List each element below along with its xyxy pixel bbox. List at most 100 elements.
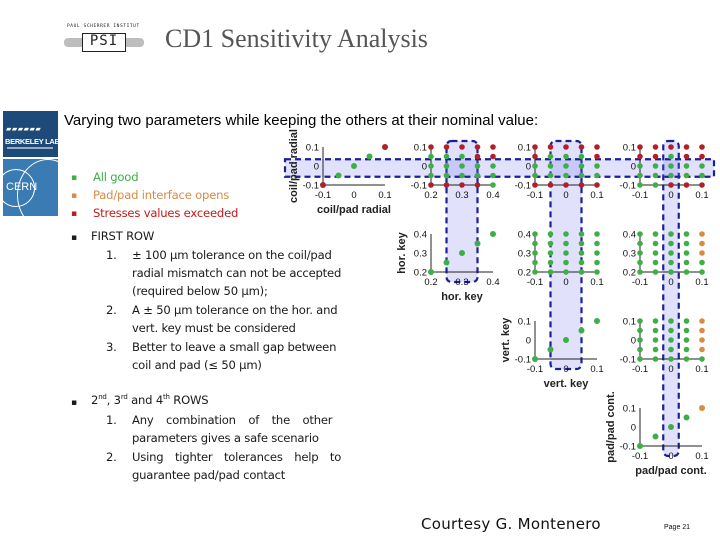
data-point-stress: [459, 144, 465, 150]
data-point-good: [652, 172, 659, 179]
data-point-good: [668, 318, 674, 324]
data-point-good: [578, 231, 585, 237]
data-point-good: [699, 163, 705, 169]
x-tick-label: 0: [351, 190, 356, 201]
data-point-good: [699, 172, 705, 179]
data-point-good: [637, 346, 643, 353]
data-point-stress: [443, 182, 450, 188]
x-tick-label: 0.2: [424, 277, 437, 288]
y-tick-label: 0.3: [623, 249, 636, 260]
data-point-stress: [668, 144, 674, 150]
data-point-good: [637, 172, 643, 179]
data-point-good: [637, 269, 643, 275]
data-point-good: [563, 269, 569, 275]
x-tick-label: -0.1: [632, 364, 648, 375]
data-point-good: [652, 269, 659, 275]
data-point-good: [668, 153, 674, 160]
y-tick-label: -0.1: [303, 181, 319, 192]
data-point-good: [683, 163, 690, 169]
data-point-stress: [578, 144, 585, 150]
data-point-open: [699, 240, 705, 247]
data-point-good: [652, 318, 659, 324]
y-tick-label: 0.3: [414, 249, 427, 260]
data-point-open: [699, 346, 705, 353]
data-point-good: [668, 240, 674, 247]
sensitivity-matrix: -0.1 0 0.1 -0.1 0 0.1 coil/pad radial coil/pad …: [283, 129, 716, 477]
data-point-stress: [532, 153, 538, 160]
data-point-stress: [699, 182, 705, 188]
data-point-good: [652, 163, 659, 169]
y-tick-label: 0.1: [518, 143, 531, 154]
data-point-good: [563, 250, 569, 256]
data-point-good: [351, 163, 357, 169]
data-point-good: [699, 269, 705, 275]
y-tick-label: 0: [631, 162, 636, 173]
x-tick-label: 0.1: [590, 277, 603, 288]
data-point-good: [637, 250, 643, 256]
y-tick-label: 0: [631, 423, 636, 434]
data-point-good: [532, 269, 538, 275]
y-tick-label: -0.1: [620, 181, 636, 192]
data-point-good: [668, 172, 674, 179]
data-point-good: [563, 337, 569, 343]
data-point-stress: [532, 144, 538, 150]
y-tick-label: -0.1: [411, 181, 427, 192]
y-tick-label: 0: [526, 336, 531, 347]
data-point-stress: [652, 144, 659, 150]
data-point-open: [699, 250, 705, 256]
data-point-stress: [547, 182, 554, 188]
data-point-good: [474, 163, 481, 169]
x-tick-label: -0.1: [527, 277, 543, 288]
x-tick-label: 0.1: [695, 190, 708, 201]
x-tick-label: 0: [563, 364, 568, 375]
data-point-good: [652, 259, 659, 266]
data-point-good: [578, 163, 585, 169]
data-point-good: [594, 259, 600, 266]
data-point-stress: [428, 144, 434, 150]
data-point-stress: [683, 144, 690, 150]
data-point-good: [563, 231, 569, 237]
data-point-stress: [474, 144, 481, 150]
x-tick-label: -0.1: [632, 190, 648, 201]
data-point-good: [668, 163, 674, 169]
data-point-good: [683, 231, 690, 237]
data-point-good: [594, 163, 600, 169]
data-point-stress: [637, 153, 643, 160]
data-point-good: [683, 250, 690, 256]
data-point-good: [578, 250, 585, 256]
data-point-good: [594, 240, 600, 247]
data-point-good: [532, 231, 538, 237]
data-point-good: [668, 250, 674, 256]
data-point-good: [699, 356, 705, 362]
x-tick-label: 0.2: [424, 190, 437, 201]
data-point-good: [532, 240, 538, 247]
y-tick-label: 0: [526, 162, 531, 173]
data-point-good: [668, 269, 674, 275]
data-point-good: [547, 269, 554, 275]
data-point-good: [563, 163, 569, 169]
x-tick-label: 0.1: [590, 364, 603, 375]
data-point-good: [335, 172, 342, 179]
data-point-good: [637, 327, 643, 334]
data-point-good: [683, 172, 690, 179]
x-tick-label: 0.1: [695, 451, 708, 462]
data-point-open: [699, 337, 705, 343]
data-point-stress: [547, 144, 554, 150]
data-point-stress: [428, 182, 434, 188]
y-tick-label: 0.4: [414, 230, 427, 241]
y-axis-label: pad/pad cont.: [605, 391, 617, 463]
y-axis-label: vert. key: [500, 317, 512, 363]
x-tick-label: -0.1: [527, 364, 543, 375]
x-axis-label: hor. key: [441, 291, 483, 303]
y-axis-label: hor. key: [396, 231, 408, 273]
data-point-good: [668, 346, 674, 353]
y-tick-label: 0.4: [623, 230, 636, 241]
data-point-good: [578, 153, 585, 160]
data-point-good: [547, 172, 554, 179]
data-point-good: [637, 182, 643, 188]
data-point-good: [594, 269, 600, 275]
data-point-good: [532, 356, 538, 362]
x-axis-label: coil/pad radial: [317, 204, 391, 216]
data-point-good: [474, 172, 481, 179]
data-point-good: [594, 172, 600, 179]
